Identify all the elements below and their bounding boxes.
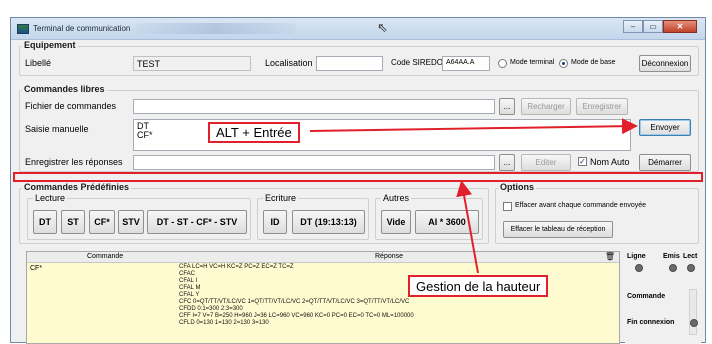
title-blur <box>136 23 296 34</box>
col-commande-header[interactable]: Commande <box>87 253 123 260</box>
effacer-tableau-button[interactable]: Effacer le tableau de réception <box>503 221 613 238</box>
window-controls: – ▭ ✕ <box>623 20 697 33</box>
enregistrer-button[interactable]: Enregistrer <box>576 98 628 115</box>
window-title: Terminal de communication <box>33 24 131 33</box>
maximize-button[interactable]: ▭ <box>643 20 663 33</box>
ligne-label: Ligne <box>627 253 646 260</box>
lecture-cf-button[interactable]: CF* <box>89 210 115 234</box>
predefinies-title: Commandes Prédéfinies <box>22 182 132 192</box>
fichier-browse-button[interactable]: ... <box>499 98 515 115</box>
editer-button[interactable]: Editer <box>521 154 571 171</box>
mode-base-radio[interactable] <box>559 59 568 68</box>
ligne-led <box>635 264 643 272</box>
mouse-cursor-icon: ⇖ <box>377 20 388 35</box>
lecture-stv-button[interactable]: STV <box>118 210 144 234</box>
recharger-button[interactable]: Recharger <box>521 98 571 115</box>
emis-led <box>669 264 677 272</box>
code-siredo-field[interactable]: A64AA.A <box>442 56 490 71</box>
gestion-hauteur-annotation: Gestion de la hauteur <box>408 275 549 297</box>
reponses-browse-button[interactable]: ... <box>499 154 515 171</box>
localisation-label: Localisation <box>265 58 313 68</box>
row-command: CF* <box>30 265 43 272</box>
autres-vide-button[interactable]: Vide <box>381 210 411 234</box>
ecriture-dt-button[interactable]: DT (19:13:13) <box>292 210 365 234</box>
fichier-label: Fichier de commandes <box>25 101 117 111</box>
response-line: CFA LC=H VC=H KC=Z PC=Z EC=Z TC=Z <box>179 264 294 270</box>
response-line: CFC 0=QT/TT/VT/LC/VC 1=QT/TT/VT/LC/VC 2=… <box>179 299 410 305</box>
lecture-all-button[interactable]: DT - ST - CF* - STV <box>147 210 247 234</box>
envoyer-button[interactable]: Envoyer <box>639 119 691 136</box>
demarrer-button[interactable]: Démarrer <box>639 154 691 171</box>
lect-label: Lect <box>683 253 698 260</box>
app-icon <box>17 24 29 34</box>
saisie-label: Saisie manuelle <box>25 124 89 134</box>
nom-auto-label: Nom Auto <box>590 157 630 167</box>
mode-terminal-radio[interactable] <box>498 59 507 68</box>
height-splitter-highlight[interactable] <box>13 172 703 182</box>
lecture-dt-button[interactable]: DT <box>33 210 57 234</box>
reponses-label: Enregistrer les réponses <box>25 157 123 167</box>
response-table-header: Commande Réponse 🗑 <box>27 252 619 263</box>
localisation-field[interactable] <box>316 56 383 71</box>
code-siredo-label: Code SIREDO <box>391 58 444 67</box>
status-panel: Ligne Emis Lect Commande Fin connexion <box>625 251 701 344</box>
options-title: Options <box>498 182 536 192</box>
commandes-libres-title: Commandes libres <box>22 84 107 94</box>
effacer-avant-label: Effacer avant chaque commande envoyée <box>515 202 647 209</box>
response-line: CFLD 0=130 1=130 2=130 3=130 <box>179 320 269 326</box>
close-button[interactable]: ✕ <box>663 20 697 33</box>
nom-auto-checkbox[interactable]: ✓ <box>578 157 587 166</box>
mode-terminal-label: Mode terminal <box>510 59 555 66</box>
commande-label: Commande <box>627 293 666 300</box>
effacer-avant-checkbox[interactable] <box>503 202 512 211</box>
libelle-label: Libellé <box>25 58 52 68</box>
autres-ai-button[interactable]: AI * 3600 <box>415 210 479 234</box>
terminal-window: Terminal de communication ⇖ – ▭ ✕ Equipe… <box>10 17 706 344</box>
response-line: CFF I=7 V=7 B=250 H=960 J=36 LC=960 VC=9… <box>179 313 414 319</box>
alt-entree-annotation: ALT + Entrée <box>208 122 300 143</box>
deconnexion-button[interactable]: Déconnexion <box>639 55 691 72</box>
response-line: CFAL Y <box>179 292 200 298</box>
reponses-field[interactable] <box>133 155 495 170</box>
lect-led <box>687 264 695 272</box>
lecture-st-button[interactable]: ST <box>61 210 85 234</box>
libelle-field[interactable]: TEST <box>133 56 251 71</box>
minimize-button[interactable]: – <box>623 20 643 33</box>
autres-title: Autres <box>381 193 412 203</box>
lecture-title: Lecture <box>33 193 68 203</box>
commande-indicator <box>689 289 697 335</box>
response-line: CFAL M <box>179 285 201 291</box>
response-line: CFDD 0:1=300 2:3=300 <box>179 306 243 312</box>
ecriture-id-button[interactable]: ID <box>263 210 287 234</box>
response-table[interactable]: Commande Réponse 🗑 CF* CFA LC=H VC=H KC=… <box>26 251 620 344</box>
emis-label: Emis <box>663 253 680 260</box>
response-line: CFAL I <box>179 278 198 284</box>
mode-base-label: Mode de base <box>571 59 616 66</box>
fichier-field[interactable] <box>133 99 495 114</box>
fin-connexion-label: Fin connexion <box>627 319 675 326</box>
ecriture-title: Ecriture <box>263 193 299 203</box>
equipement-title: Equipement <box>22 40 78 50</box>
trash-icon[interactable]: 🗑 <box>605 252 615 261</box>
response-line: CFAC <box>179 271 196 277</box>
col-reponse-header[interactable]: Réponse <box>375 253 403 260</box>
fin-connexion-led <box>690 319 698 327</box>
title-bar: Terminal de communication ⇖ – ▭ ✕ <box>11 18 705 40</box>
